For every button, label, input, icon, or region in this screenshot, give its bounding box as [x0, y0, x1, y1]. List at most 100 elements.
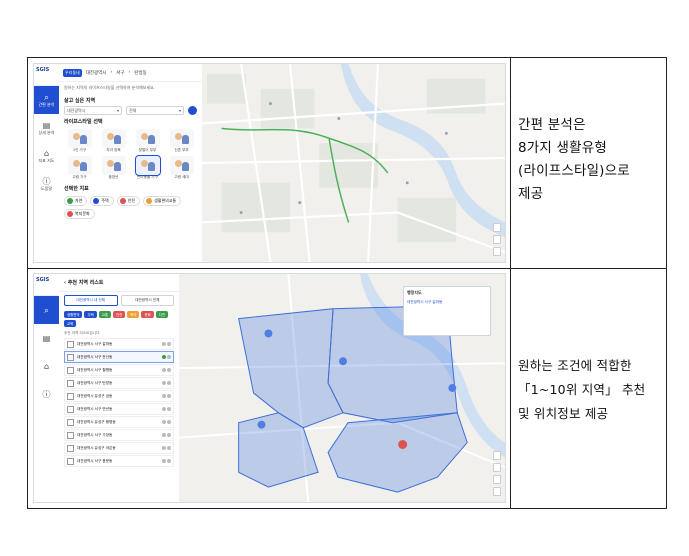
breadcrumb-dong[interactable]: 탄방동	[134, 70, 146, 76]
search-icon: ⌕	[44, 305, 49, 315]
locate-dot-icon[interactable]	[162, 420, 166, 424]
map-zoom-controls	[493, 451, 501, 496]
rank-action-buttons[interactable]	[162, 355, 171, 359]
recommendation-map[interactable]: 행정지도 대전광역시 서구 갈마동	[179, 274, 505, 502]
lifestyle-option[interactable]: 자녀 양육	[98, 129, 129, 153]
locate-dot-icon[interactable]	[162, 459, 166, 463]
locate-dot-icon[interactable]	[162, 407, 166, 411]
map-view[interactable]	[202, 64, 505, 262]
breadcrumb-district[interactable]: 서구	[116, 70, 124, 76]
rank-checkbox[interactable]	[67, 405, 74, 413]
locate-button[interactable]	[493, 247, 501, 256]
rank-item[interactable]: 대전광역시 서구 둔산동	[64, 351, 174, 363]
zoom-in-button[interactable]	[493, 223, 501, 232]
lifestyle-option[interactable]: 반려동물 가구	[132, 155, 163, 180]
rank-action-buttons[interactable]	[162, 433, 171, 437]
sgis-logo: SGIS	[34, 64, 59, 86]
rank-checkbox[interactable]	[67, 418, 74, 426]
rank-action-buttons[interactable]	[162, 394, 171, 398]
rail-item-detail-analysis[interactable]: ▤	[34, 324, 59, 352]
lifestyle-option[interactable]: 1인 가구	[64, 129, 95, 153]
rank-action-buttons[interactable]	[162, 342, 171, 346]
rank-checkbox[interactable]	[67, 366, 74, 374]
lifestyle-option[interactable]: 신혼 부부	[166, 129, 197, 153]
location-pin-icon[interactable]	[188, 106, 197, 115]
district-select[interactable]: 전체 ▾	[126, 106, 184, 115]
locate-dot-icon[interactable]	[162, 381, 166, 385]
locate-dot-icon[interactable]	[162, 342, 166, 346]
layer-button[interactable]	[493, 487, 501, 496]
info-dot-icon[interactable]	[167, 394, 171, 398]
indicator-label: 생활편의교통	[154, 198, 177, 203]
lifestyle-option[interactable]: 고령 세대	[166, 156, 197, 180]
indicator-dot-icon	[119, 198, 126, 204]
info-dot-icon[interactable]	[167, 433, 171, 437]
info-dot-icon[interactable]	[167, 381, 171, 385]
indicator-label: 주택	[101, 198, 109, 203]
info-dot-icon[interactable]	[167, 446, 171, 450]
document-icon: ▤	[42, 120, 51, 130]
locate-dot-icon[interactable]	[162, 394, 166, 398]
indicator-chip[interactable]: 자연	[64, 196, 88, 206]
rank-checkbox[interactable]	[67, 353, 74, 361]
rank-item[interactable]: 대전광역시 유성구 어은동	[64, 442, 174, 454]
locate-button[interactable]	[493, 475, 501, 484]
rank-item[interactable]: 대전광역시 서구 만년동	[64, 403, 174, 415]
rank-action-buttons[interactable]	[162, 407, 171, 411]
rank-item[interactable]: 대전광역시 유성구 궁동	[64, 390, 174, 402]
rank-checkbox[interactable]	[67, 340, 74, 348]
rank-item[interactable]: 대전광역시 유성구 봉명동	[64, 416, 174, 428]
info-dot-icon[interactable]	[167, 342, 171, 346]
breadcrumb-city[interactable]: 대전광역시	[86, 70, 107, 76]
rank-checkbox[interactable]	[67, 431, 74, 439]
rank-item[interactable]: 대전광역시 서구 탄방동	[64, 377, 174, 389]
map-canvas[interactable]	[202, 64, 505, 262]
indicator-chip[interactable]: 생활편의교통	[143, 196, 182, 206]
rank-action-buttons[interactable]	[162, 459, 171, 463]
lifestyle-option[interactable]: 맞벌이 부부	[132, 129, 163, 153]
zoom-out-button[interactable]	[493, 463, 501, 472]
locate-dot-icon[interactable]	[162, 446, 166, 450]
rank-item[interactable]: 대전광역시 서구 월평동	[64, 364, 174, 376]
condition-tag: 주택	[84, 311, 97, 318]
locate-dot-icon[interactable]	[162, 355, 166, 359]
rank-checkbox[interactable]	[67, 392, 74, 400]
rank-item[interactable]: 대전광역시 서구 갈마동	[64, 338, 174, 350]
indicator-chip[interactable]: 안전	[116, 196, 141, 206]
info-dot-icon[interactable]	[167, 407, 171, 411]
rail-item-label: 간편 분석	[38, 101, 55, 107]
info-dot-icon[interactable]	[167, 355, 171, 359]
indicator-chip[interactable]: 주택	[90, 196, 114, 206]
info-dot-icon[interactable]	[167, 459, 171, 463]
rail-item-detail-analysis[interactable]: ▤ 상세 분석	[34, 114, 59, 142]
rail-item-help[interactable]: ⓘ 도움말	[34, 170, 59, 198]
rail-item-indicator-map[interactable]: ⌂ 지표 지도	[34, 142, 59, 170]
map-zoom-controls	[493, 223, 501, 256]
zoom-in-button[interactable]	[493, 451, 501, 460]
rank-checkbox[interactable]	[67, 379, 74, 387]
lifestyle-option[interactable]: 중장년	[98, 156, 129, 180]
indicator-dot-icon	[67, 198, 73, 204]
rank-action-buttons[interactable]	[162, 446, 171, 450]
info-dot-icon[interactable]	[167, 368, 171, 372]
rank-checkbox[interactable]	[67, 444, 74, 452]
rail-item-indicator-map[interactable]: ⌂	[34, 352, 59, 380]
zoom-out-button[interactable]	[493, 235, 501, 244]
rank-item[interactable]: 대전광역시 서구 가장동	[64, 429, 174, 441]
lifestyle-option[interactable]: 고령 가구	[64, 156, 95, 180]
city-select[interactable]: 대전광역시 ▾	[64, 106, 122, 115]
rank-action-buttons[interactable]	[162, 381, 171, 385]
rail-item-help[interactable]: ⓘ	[34, 380, 59, 408]
rail-item-easy-analysis[interactable]: ⌕ 간편 분석	[34, 86, 59, 114]
rail-item-easy-analysis[interactable]: ⌕	[34, 296, 59, 324]
rank-item[interactable]: 대전광역시 서구 용문동	[64, 455, 174, 467]
rank-action-buttons[interactable]	[162, 368, 171, 372]
tab-scope-inside[interactable]: 대전광역시 내 전체	[64, 295, 118, 306]
rank-action-buttons[interactable]	[162, 420, 171, 424]
rank-checkbox[interactable]	[67, 457, 74, 465]
info-dot-icon[interactable]	[167, 420, 171, 424]
indicator-chip[interactable]: 복지문화	[64, 209, 95, 219]
locate-dot-icon[interactable]	[162, 368, 166, 372]
locate-dot-icon[interactable]	[162, 433, 166, 437]
tab-scope-all[interactable]: 대전광역시 전체	[120, 295, 174, 306]
